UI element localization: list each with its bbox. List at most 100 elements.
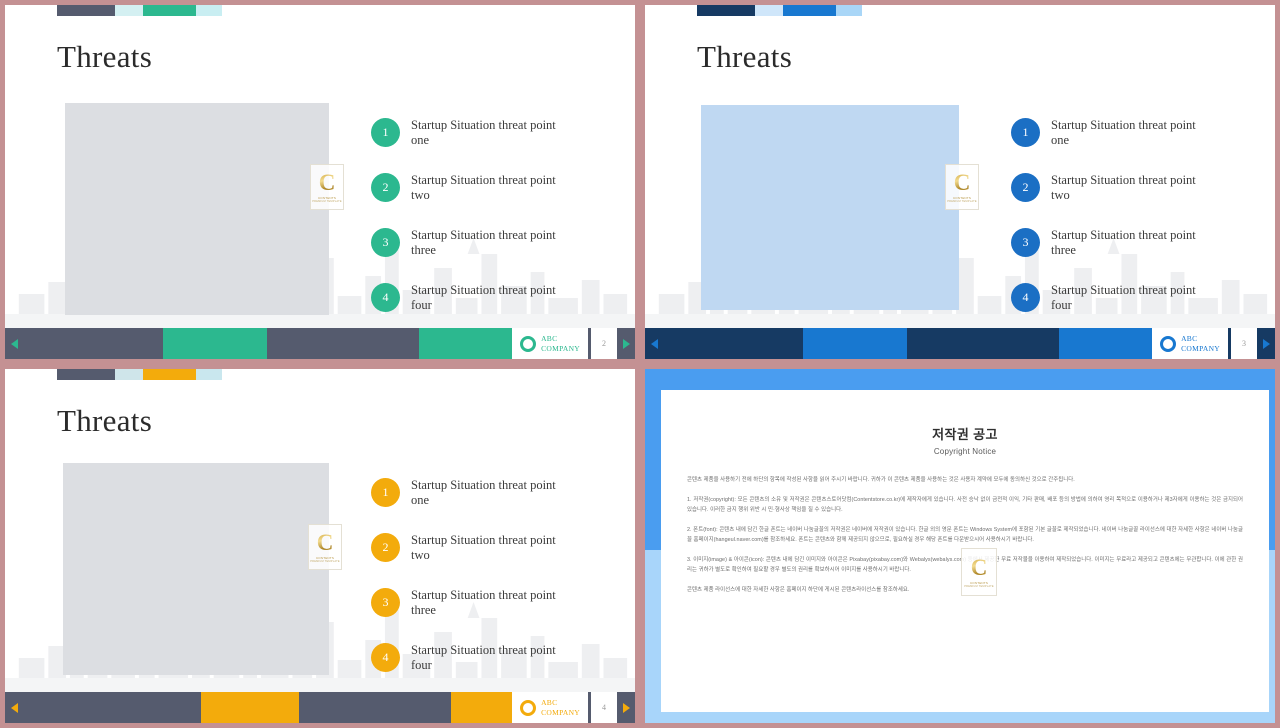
company-logo[interactable]: ABC COMPANY [1152, 328, 1228, 359]
point-number-badge: 2 [1011, 173, 1040, 202]
top-accent-bar [697, 5, 862, 16]
top-bar-segment-3 [783, 5, 836, 16]
list-item[interactable]: 4 Startup Situation threat point four [1011, 270, 1261, 325]
slide-footer: ABC COMPANY 2 [5, 328, 635, 359]
list-item[interactable]: 2 Startup Situation threat point two [371, 160, 621, 215]
slide-footer: ABC COMPANY 3 [645, 328, 1275, 359]
company-logo-text: ABC COMPANY [541, 698, 580, 717]
slide-threats-amber[interactable]: C CONTENTS PREMIUM TEMPLATE Threats 1 St… [5, 369, 635, 723]
footer-segment-3 [299, 692, 451, 723]
page-number: 2 [591, 328, 617, 359]
page-title: Threats [57, 39, 153, 74]
image-placeholder[interactable] [701, 105, 959, 310]
list-item[interactable]: 3 Startup Situation threat point three [1011, 215, 1261, 270]
prev-slide-button[interactable] [5, 692, 23, 723]
point-label: Startup Situation threat point four [411, 642, 556, 672]
slide-cell-3: C CONTENTS PREMIUM TEMPLATE Threats 1 St… [0, 364, 640, 728]
point-label: Startup Situation threat point three [411, 227, 556, 257]
copyright-paragraph: 콘텐츠 제품을 사용하기 전에 하단의 항목에 작성된 사항을 읽어 주시기 바… [687, 477, 1075, 483]
slide-cell-2: C CONTENTS PREMIUM TEMPLATE Threats 1 St… [640, 0, 1280, 364]
next-slide-button[interactable] [617, 328, 635, 359]
top-accent-bar [57, 369, 222, 380]
ring-icon [520, 335, 537, 352]
prev-slide-button[interactable] [5, 328, 23, 359]
company-logo[interactable]: ABC COMPANY [512, 692, 588, 723]
footer-segment-2 [803, 328, 907, 359]
watermark-logo: C CONTENTS PREMIUM TEMPLATE [310, 164, 344, 210]
list-item[interactable]: 3 Startup Situation threat point three [371, 215, 621, 270]
top-bar-segment-2 [755, 5, 783, 16]
triangle-left-icon [650, 338, 658, 349]
footer-segment-3 [907, 328, 1059, 359]
point-label: Startup Situation threat point three [1051, 227, 1196, 257]
watermark-sub2: PREMIUM TEMPLATE [964, 585, 994, 588]
top-accent-bar [57, 5, 222, 16]
top-bar-segment-4 [836, 5, 862, 16]
company-logo-line2: COMPANY [1181, 343, 1220, 353]
point-label: Startup Situation threat point one [411, 117, 556, 147]
slide-threats-green[interactable]: C CONTENTS PREMIUM TEMPLATE Threats 1 St… [5, 5, 635, 359]
slide-cell-4: 저작권 공고 Copyright Notice 콘텐츠 제품을 사용하기 전에 … [640, 364, 1280, 728]
company-logo-line2: COMPANY [541, 343, 580, 353]
triangle-left-icon [10, 338, 18, 349]
footer-segment-2 [201, 692, 299, 723]
company-logo-text: ABC COMPANY [541, 334, 580, 353]
list-item[interactable]: 1 Startup Situation threat point one [371, 465, 621, 520]
list-item[interactable]: 1 Startup Situation threat point one [371, 105, 621, 160]
point-label: Startup Situation threat point three [411, 587, 556, 617]
point-label: Startup Situation threat point two [411, 532, 556, 562]
page-title: Threats [57, 403, 153, 438]
copyright-title-en: Copyright Notice [933, 447, 997, 456]
watermark-letter: C [970, 555, 988, 580]
top-bar-segment-4 [196, 369, 222, 380]
footer-segment-4 [1059, 328, 1153, 359]
list-item[interactable]: 2 Startup Situation threat point two [371, 520, 621, 575]
list-item[interactable]: 4 Startup Situation threat point four [371, 630, 621, 685]
slide-threats-blue[interactable]: C CONTENTS PREMIUM TEMPLATE Threats 1 St… [645, 5, 1275, 359]
company-logo-text: ABC COMPANY [1181, 334, 1220, 353]
point-label: Startup Situation threat point four [1051, 282, 1196, 312]
point-number-badge: 1 [1011, 118, 1040, 147]
point-label: Startup Situation threat point four [411, 282, 556, 312]
triangle-right-icon [622, 338, 630, 349]
point-label: Startup Situation threat point two [411, 172, 556, 202]
top-bar-segment-3 [143, 5, 196, 16]
list-item[interactable]: 2 Startup Situation threat point two [1011, 160, 1261, 215]
footer-segment-4 [419, 328, 513, 359]
point-number-badge: 4 [371, 283, 400, 312]
copyright-paper: 저작권 공고 Copyright Notice 콘텐츠 제품을 사용하기 전에 … [661, 390, 1269, 712]
prev-slide-button[interactable] [645, 328, 663, 359]
point-number-badge: 1 [371, 478, 400, 507]
list-item[interactable]: 3 Startup Situation threat point three [371, 575, 621, 630]
next-slide-button[interactable] [1257, 328, 1275, 359]
image-placeholder[interactable] [65, 103, 329, 315]
threat-points-list: 1 Startup Situation threat point one 2 S… [371, 105, 621, 325]
ring-icon [520, 699, 537, 716]
slide-copyright-notice[interactable]: 저작권 공고 Copyright Notice 콘텐츠 제품을 사용하기 전에 … [645, 369, 1275, 723]
triangle-right-icon [622, 702, 630, 713]
threat-points-list: 1 Startup Situation threat point one 2 S… [371, 465, 621, 685]
copyright-paragraph: 1. 저작권(copyright): 모든 콘텐츠의 소유 및 저작권은 콘텐츠… [687, 496, 1243, 514]
triangle-left-icon [10, 702, 18, 713]
company-logo[interactable]: ABC COMPANY [512, 328, 588, 359]
watermark-logo: C CONTENTS PREMIUM TEMPLATE [961, 548, 997, 596]
point-number-badge: 4 [371, 643, 400, 672]
watermark-sub2: PREMIUM TEMPLATE [310, 560, 340, 563]
watermark-sub2: PREMIUM TEMPLATE [312, 200, 342, 203]
point-number-badge: 3 [1011, 228, 1040, 257]
threat-points-list: 1 Startup Situation threat point one 2 S… [1011, 105, 1261, 325]
company-logo-line1: ABC [541, 334, 558, 344]
point-label: Startup Situation threat point one [411, 477, 556, 507]
top-bar-segment-3 [143, 369, 196, 380]
footer-segment-2 [163, 328, 267, 359]
next-slide-button[interactable] [617, 692, 635, 723]
list-item[interactable]: 1 Startup Situation threat point one [1011, 105, 1261, 160]
point-label: Startup Situation threat point one [1051, 117, 1196, 147]
list-item[interactable]: 4 Startup Situation threat point four [371, 270, 621, 325]
image-placeholder[interactable] [63, 463, 329, 675]
company-logo-line1: ABC [541, 698, 558, 708]
triangle-right-icon [1262, 338, 1270, 349]
footer-segment-1 [23, 328, 163, 359]
slide-grid: C CONTENTS PREMIUM TEMPLATE Threats 1 St… [0, 0, 1280, 728]
slide-cell-1: C CONTENTS PREMIUM TEMPLATE Threats 1 St… [0, 0, 640, 364]
